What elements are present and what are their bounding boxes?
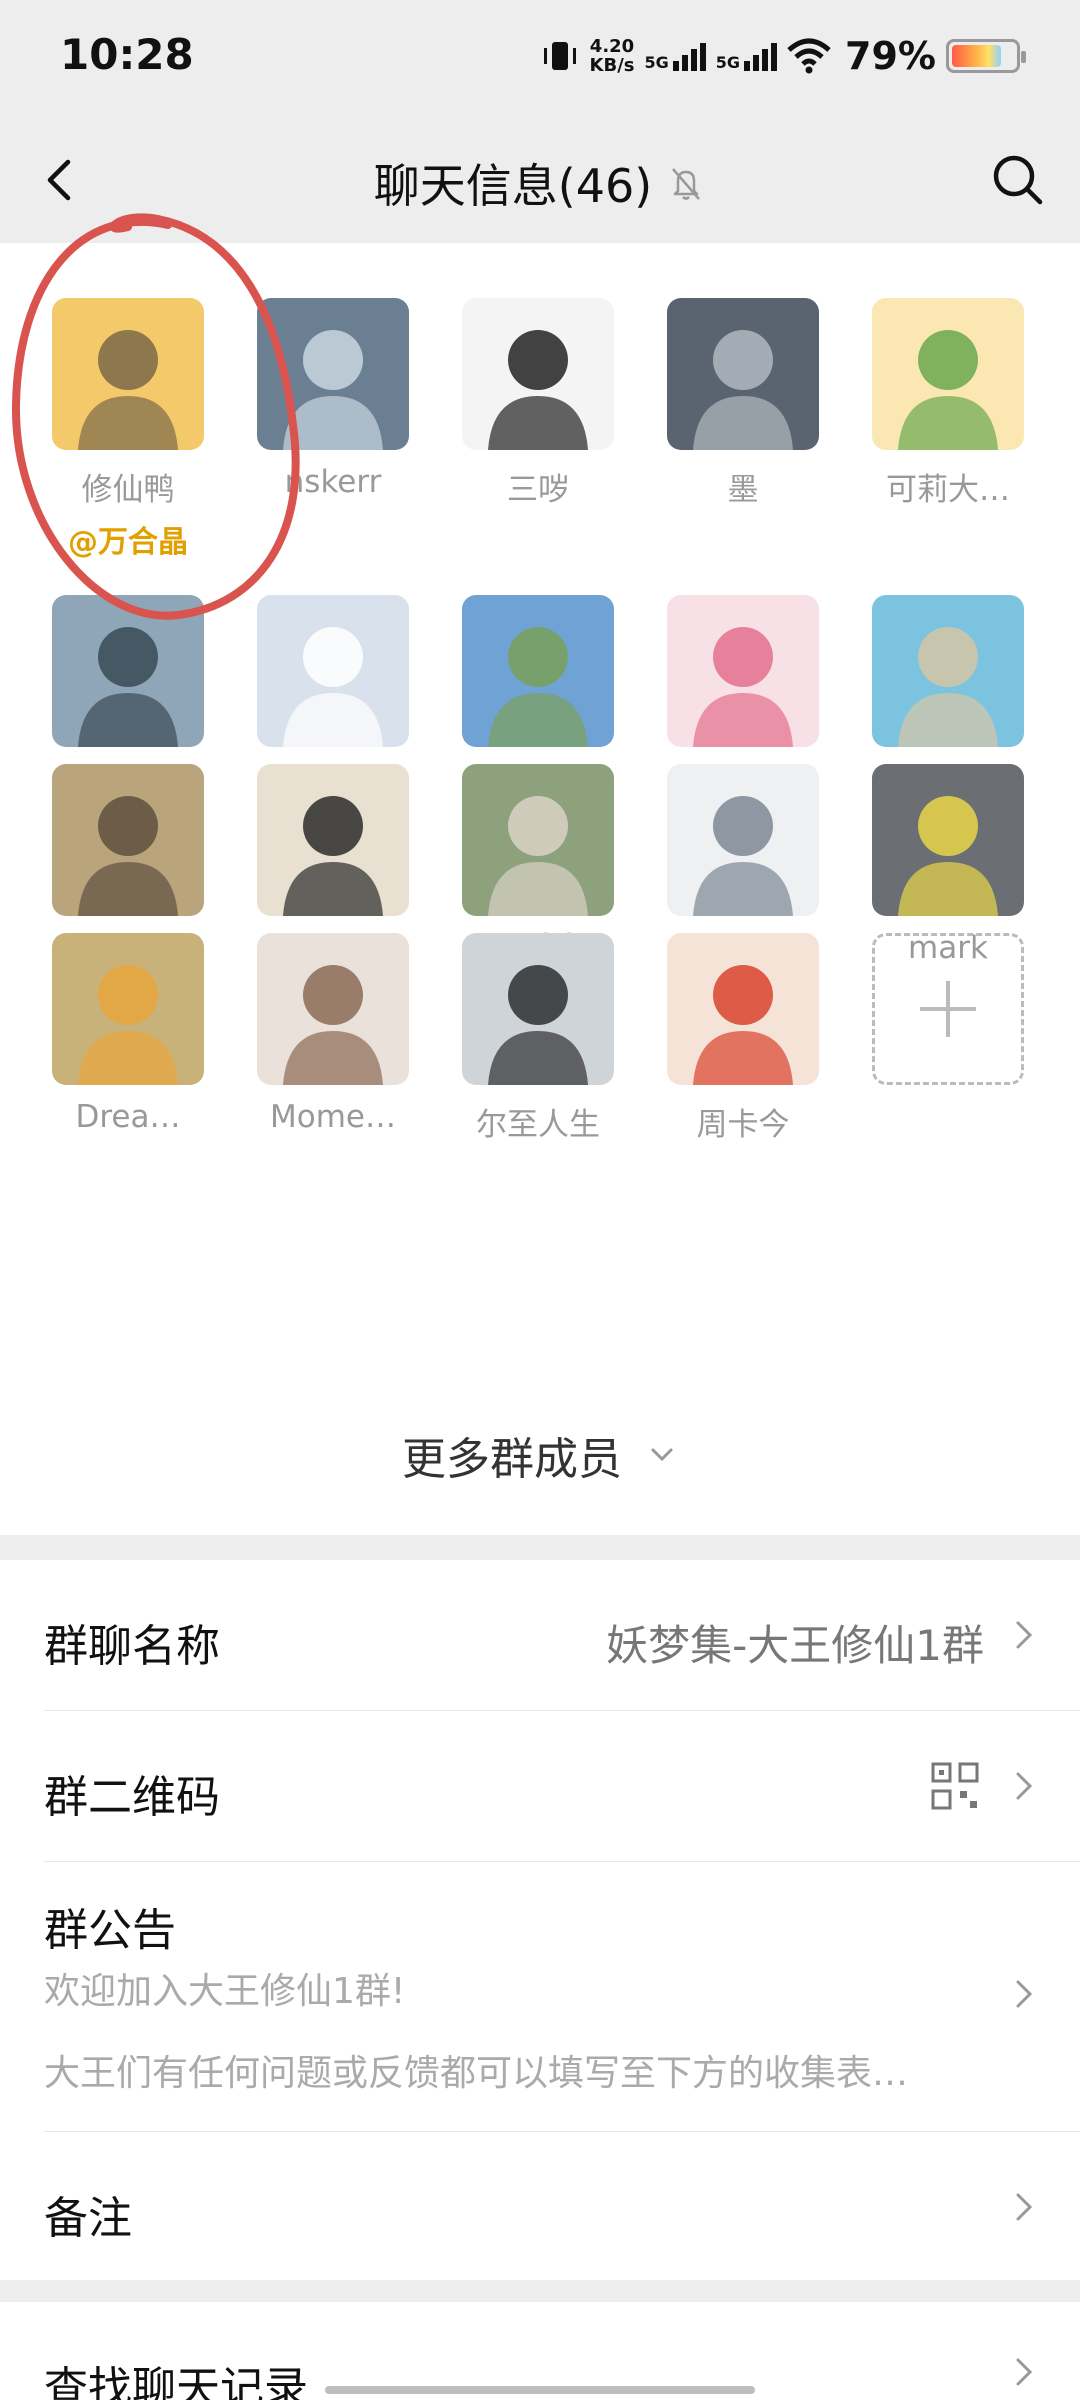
chevron-right-icon — [1016, 2358, 1033, 2386]
member-item[interactable]: 墨 — [667, 298, 819, 509]
muted-bell-icon — [672, 168, 701, 200]
member-name: 尔至人生 — [476, 1107, 600, 1143]
member-name: nskerr — [284, 464, 382, 500]
member-avatar[interactable] — [257, 933, 409, 1085]
member-avatar[interactable] — [872, 595, 1024, 747]
notice-line-1: 欢迎加入大王修仙1群! — [44, 1971, 406, 2012]
member-avatar[interactable] — [462, 595, 614, 747]
remark-label: 备注 — [44, 2193, 132, 2244]
search-icon[interactable] — [986, 148, 1050, 212]
remark-row[interactable]: 备注 — [0, 2132, 1080, 2280]
more-members-button[interactable]: 更多群成员 — [0, 1423, 1080, 1487]
home-indicator[interactable] — [325, 2386, 755, 2394]
page-title-wrap: 聊天信息(46) — [0, 150, 1080, 216]
vibrate-icon — [543, 42, 576, 70]
battery-icon — [946, 39, 1026, 73]
member-avatar[interactable] — [462, 764, 614, 916]
member-item[interactable]: 三哕 — [462, 298, 614, 509]
chevron-right-icon — [1016, 1980, 1033, 2008]
more-members-label: 更多群成员 — [402, 1434, 622, 1485]
member-avatar[interactable] — [462, 298, 614, 450]
add-member-button[interactable] — [872, 933, 1024, 1085]
member-avatar[interactable] — [52, 298, 204, 450]
signal-bars-icon — [744, 43, 778, 71]
notice-row[interactable]: 群公告 欢迎加入大王修仙1群! 大王们有任何问题或反馈都可以填写至下方的收集表… — [0, 1862, 1080, 2094]
member-avatar[interactable] — [257, 298, 409, 450]
page-title: 聊天信息(46) — [373, 159, 653, 213]
battery-fill — [952, 45, 1001, 67]
notice-line-2: 大王们有任何问题或反馈都可以填写至下方的收集表… — [44, 2053, 909, 2094]
signal-bars-icon — [672, 43, 706, 71]
net-speed: 4.20 KB/s — [590, 37, 635, 75]
member-avatar[interactable] — [52, 933, 204, 1085]
member-item[interactable]: Drea… — [52, 933, 204, 1135]
member-avatar[interactable] — [462, 933, 614, 1085]
member-item[interactable]: 可莉大… — [872, 298, 1024, 509]
signal-2: 5G — [715, 41, 778, 72]
member-name: Mome… — [270, 1099, 396, 1135]
chevron-right-icon — [1016, 1772, 1033, 1800]
member-avatar[interactable] — [667, 764, 819, 916]
member-panel: 修仙鸭@万合晶nskerr三哕墨可莉大…一凡人阿鸽y随心所欲A中国…夏商洲马甲在… — [0, 243, 1080, 1535]
member-avatar[interactable] — [667, 933, 819, 1085]
chevron-right-icon — [1016, 2193, 1033, 2221]
member-avatar[interactable] — [257, 764, 409, 916]
settings-panel: 群聊名称 妖梦集-大王修仙1群 群二维码 群公告 欢迎加入大王修仙1群! 大王们… — [0, 1560, 1080, 2280]
member-tag: @万合晶 — [68, 525, 188, 560]
member-name: 修仙鸭 — [81, 472, 175, 508]
member-item[interactable]: Mome… — [257, 933, 409, 1135]
plus-icon — [920, 981, 976, 1037]
status-bar: 10:28 4.20 KB/s 5G 5G 79% — [0, 0, 1080, 118]
member-avatar[interactable] — [52, 764, 204, 916]
member-name: 可莉大… — [886, 472, 1010, 508]
qr-label: 群二维码 — [44, 1772, 220, 1823]
chevron-right-icon — [1016, 1621, 1033, 1649]
member-avatar[interactable] — [52, 595, 204, 747]
member-item[interactable]: nskerr — [257, 298, 409, 500]
search-history-label: 查找聊天记录 — [44, 2363, 308, 2400]
wifi-icon — [787, 38, 831, 74]
status-icons: 4.20 KB/s 5G 5G 79% — [540, 32, 1026, 80]
member-name: 墨 — [727, 472, 759, 508]
member-name: Drea… — [75, 1099, 181, 1135]
net-speed-unit: KB/s — [589, 55, 635, 76]
notice-label: 群公告 — [44, 1905, 176, 1956]
member-item[interactable]: 修仙鸭 @万合晶 — [52, 298, 204, 561]
member-name: 周卡今 — [696, 1107, 790, 1143]
status-time: 10:28 — [60, 30, 194, 79]
member-avatar[interactable] — [257, 595, 409, 747]
qr-code-row[interactable]: 群二维码 — [0, 1711, 1080, 1861]
signal-1: 5G — [645, 41, 706, 71]
sim2-label: 5G — [715, 53, 741, 72]
qr-code-icon — [931, 1762, 979, 1810]
member-avatar[interactable] — [872, 764, 1024, 916]
net-speed-value: 4.20 — [589, 36, 635, 57]
member-name: 三哕 — [507, 472, 569, 508]
group-name-label: 群聊名称 — [44, 1621, 220, 1672]
member-item[interactable]: 周卡今 — [667, 933, 819, 1144]
group-name-value: 妖梦集-大王修仙1群 — [606, 1621, 984, 1670]
chevron-down-icon — [651, 1448, 673, 1462]
member-item[interactable]: 尔至人生 — [462, 933, 614, 1144]
member-avatar[interactable] — [872, 298, 1024, 450]
sim1-label: 5G — [644, 53, 669, 72]
add-member-tile[interactable] — [872, 933, 1024, 1085]
battery-percent: 79% — [845, 34, 936, 78]
group-name-row[interactable]: 群聊名称 妖梦集-大王修仙1群 — [0, 1560, 1080, 1710]
top-nav: 聊天信息(46) — [0, 118, 1080, 243]
member-avatar[interactable] — [667, 298, 819, 450]
member-avatar[interactable] — [667, 595, 819, 747]
